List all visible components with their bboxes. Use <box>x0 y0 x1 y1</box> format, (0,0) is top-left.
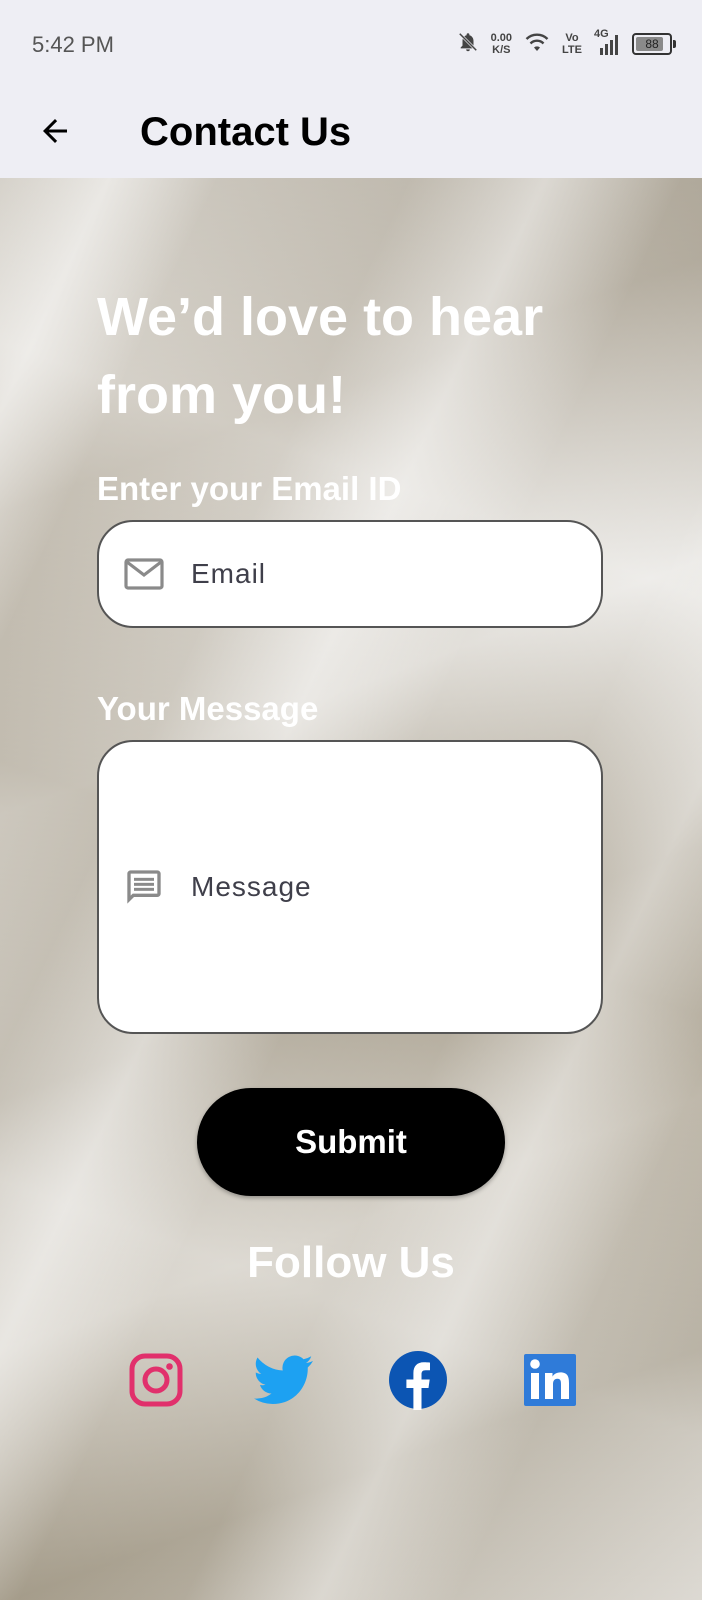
email-label: Enter your Email ID <box>97 470 402 507</box>
volte-indicator: Vo LTE <box>562 32 582 56</box>
arrow-back-icon <box>37 113 73 154</box>
signal-icon: 4G <box>594 28 620 56</box>
follow-us-title: Follow Us <box>247 1238 455 1287</box>
facebook-icon[interactable] <box>386 1348 450 1412</box>
message-icon <box>123 866 165 908</box>
instagram-icon[interactable] <box>124 1348 188 1412</box>
mail-icon <box>123 553 165 595</box>
status-icons: 0.00 K/S Vo LTE 4G 88 <box>457 28 676 58</box>
submit-button[interactable]: Submit <box>197 1088 505 1196</box>
network-speed: 0.00 K/S <box>491 32 512 56</box>
headline: We’d love to hear from you! <box>97 287 544 425</box>
email-placeholder: Email <box>191 558 267 589</box>
twitter-icon[interactable] <box>252 1348 316 1412</box>
battery-level: 88 <box>645 37 659 51</box>
wifi-icon <box>524 31 550 58</box>
network-speed-value: 0.00 <box>490 32 513 44</box>
status-bar: 5:42 PM 0.00 K/S Vo LTE 4G 88 <box>0 0 702 88</box>
battery-tip <box>673 40 676 48</box>
bell-off-icon <box>457 31 479 58</box>
social-links <box>0 1348 702 1418</box>
contact-content: We’d love to hear from you! Enter your E… <box>0 178 702 1600</box>
status-time: 5:42 PM <box>32 32 114 57</box>
message-field[interactable]: Message <box>97 740 603 1034</box>
network-speed-unit: K/S <box>492 44 511 56</box>
back-button[interactable] <box>30 108 80 158</box>
volte-bottom: LTE <box>562 44 582 56</box>
email-field[interactable]: Email <box>97 520 603 628</box>
linkedin-icon[interactable] <box>518 1348 582 1412</box>
app-bar: Contact Us <box>0 88 702 178</box>
battery-icon: 88 <box>632 33 676 55</box>
volte-top: Vo <box>565 32 579 44</box>
page-title: Contact Us <box>140 110 352 154</box>
message-placeholder: Message <box>191 871 312 902</box>
message-label: Your Message <box>97 690 319 727</box>
